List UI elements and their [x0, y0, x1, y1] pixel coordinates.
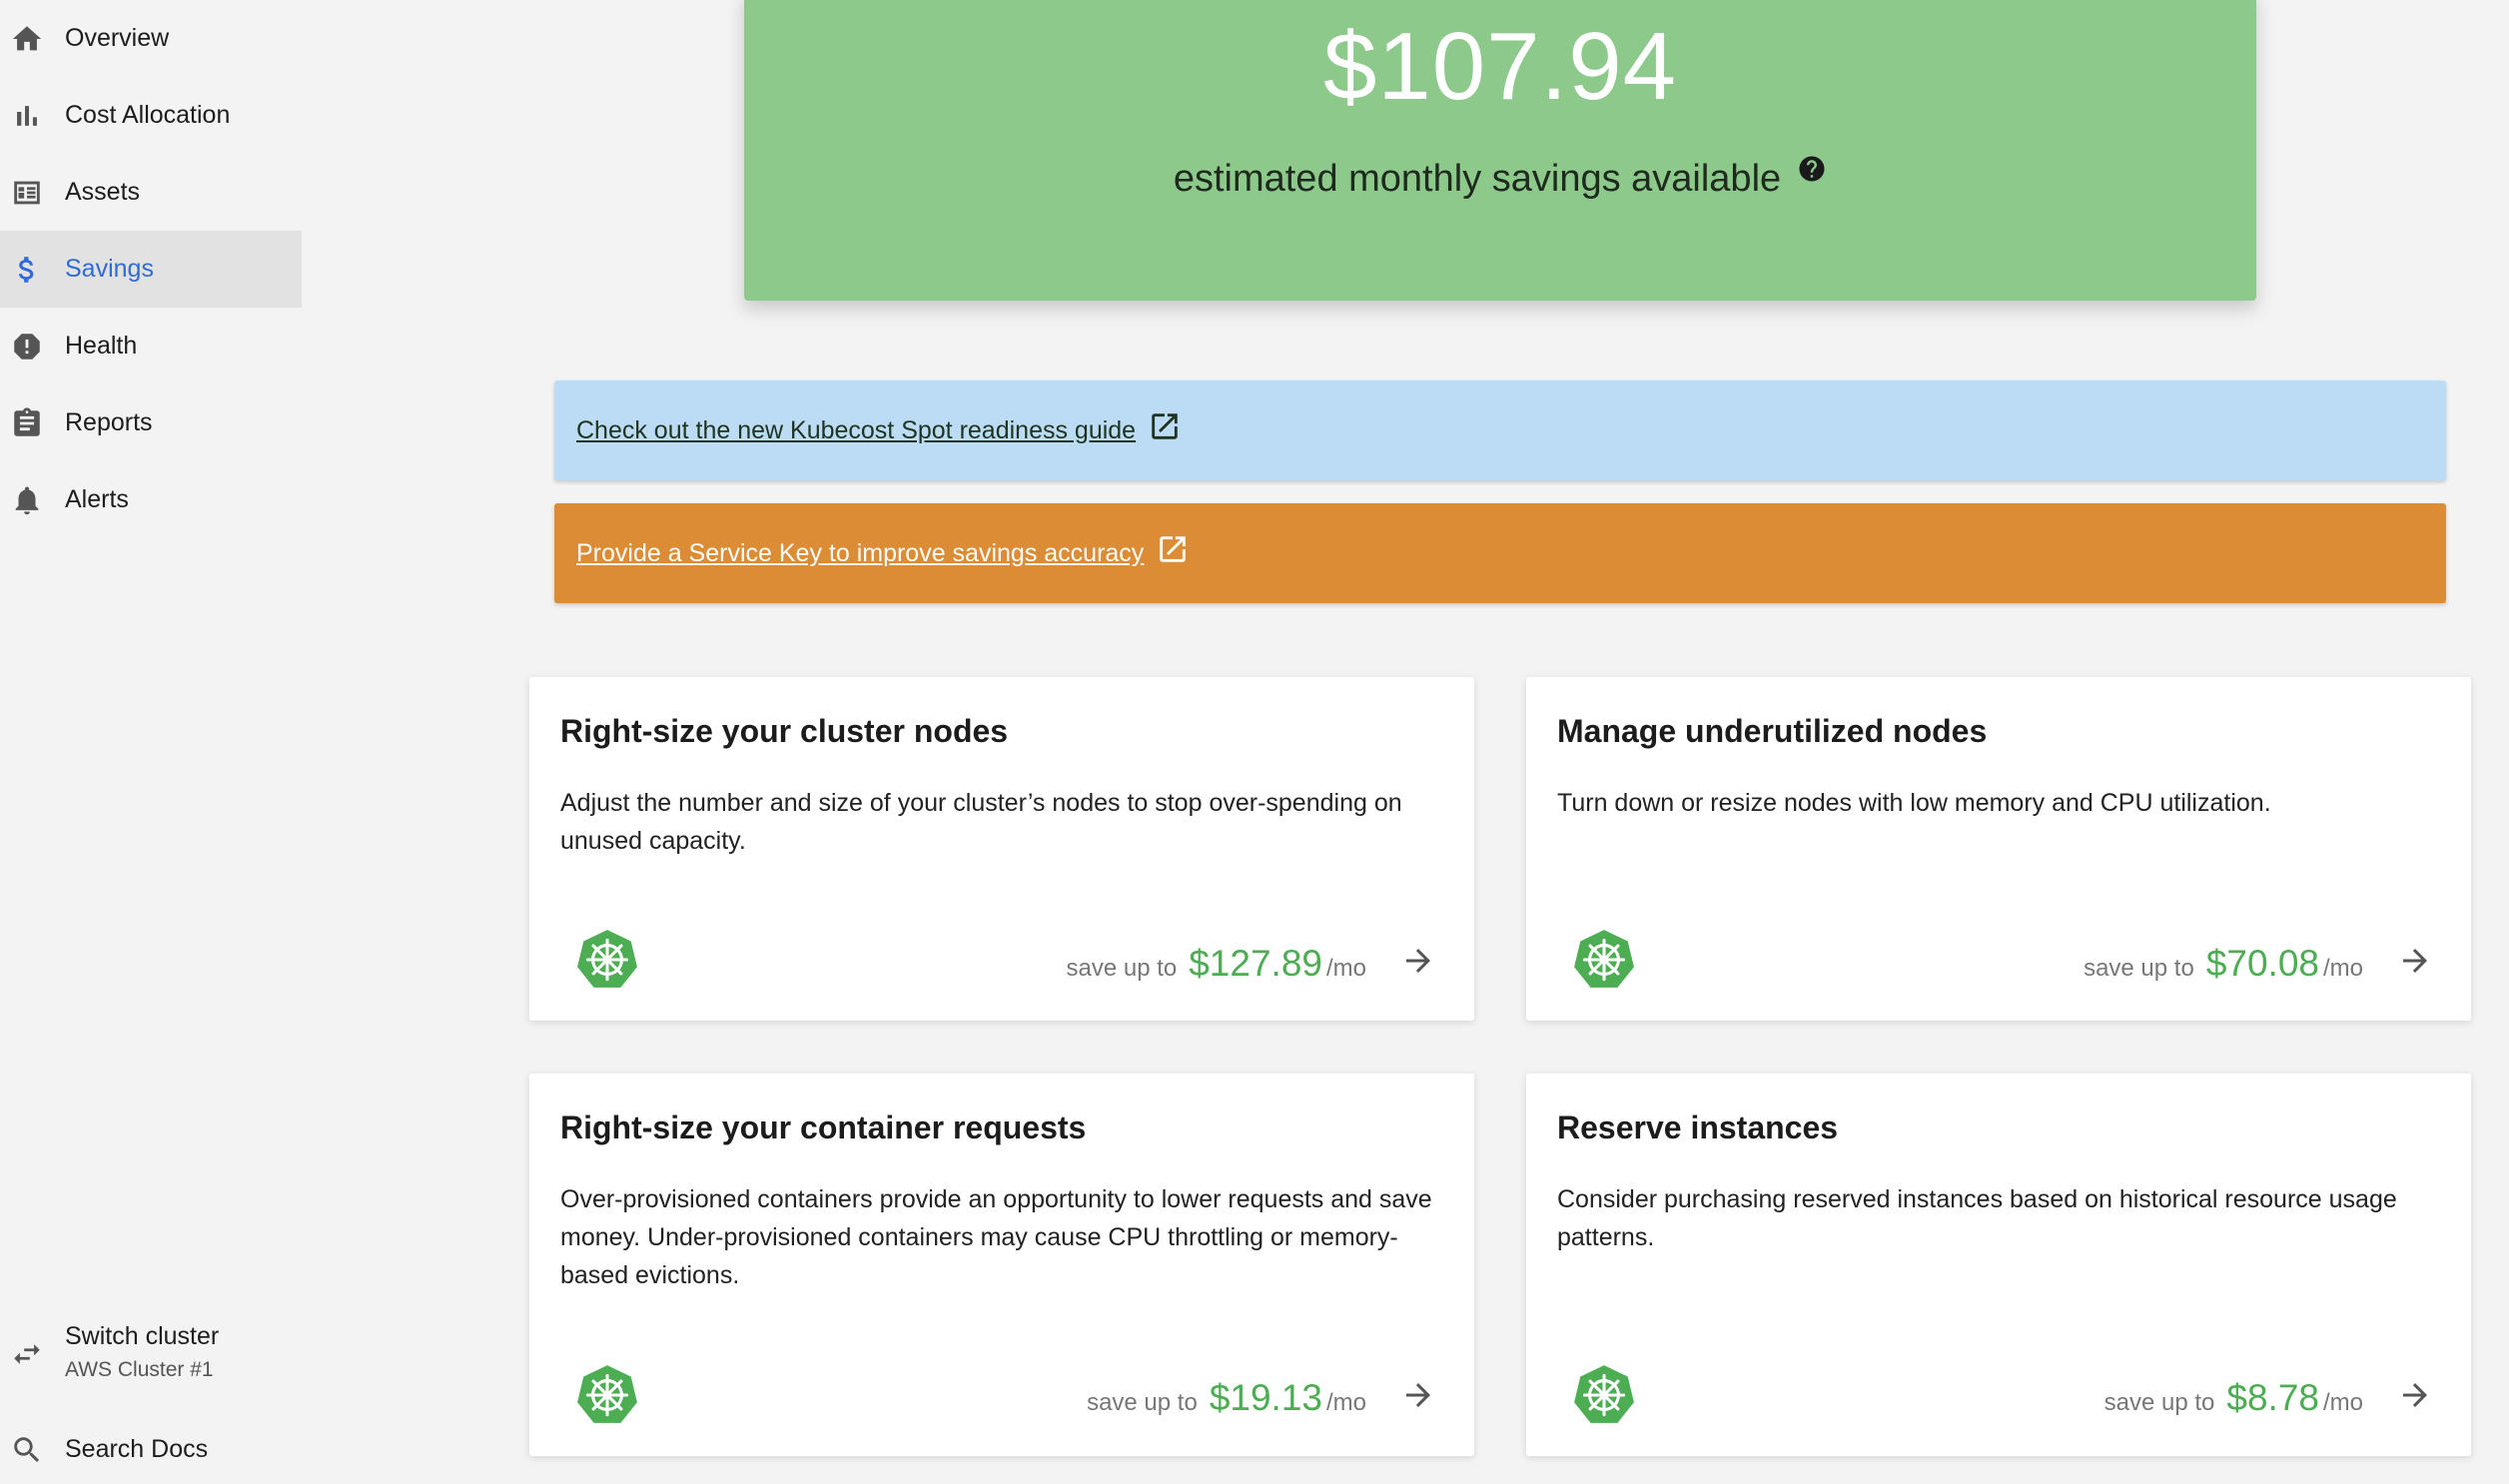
- card-title: Manage underutilized nodes: [1557, 713, 1988, 749]
- kubernetes-icon: [1574, 930, 1634, 988]
- sidebar-item-label: Health: [65, 332, 138, 360]
- sidebar-item-health[interactable]: Health: [0, 308, 302, 384]
- savings-card-reserve-instances[interactable]: Reserve instances Consider purchasing re…: [1526, 1074, 2471, 1456]
- savings-estimate: save up to $19.13 /mo: [1087, 1377, 1366, 1419]
- sidebar-item-label: Alerts: [65, 485, 129, 513]
- alert-octagon-icon: [10, 330, 44, 364]
- assets-icon: [10, 176, 44, 210]
- savings-amount: $127.89: [1189, 943, 1322, 984]
- card-description: Turn down or resize nodes with low memor…: [1557, 789, 2271, 817]
- swap-arrows-icon: [10, 1337, 44, 1371]
- total-savings-amount: $107.94: [1322, 13, 1677, 120]
- arrow-right-icon[interactable]: [2397, 1377, 2433, 1413]
- bar-chart-icon: [10, 99, 44, 133]
- save-label: save up to: [2084, 955, 2194, 982]
- sidebar-item-reports[interactable]: Reports: [0, 384, 302, 461]
- spot-guide-banner: Check out the new Kubecost Spot readines…: [554, 380, 2446, 480]
- arrow-right-icon[interactable]: [1400, 1377, 1436, 1413]
- card-description: Consider purchasing reserved instances b…: [1557, 1185, 2397, 1251]
- kubernetes-icon: [1574, 1365, 1634, 1423]
- sidebar-item-label: Savings: [65, 255, 154, 283]
- sidebar-item-label: Cost Allocation: [65, 101, 231, 129]
- savings-unit: /mo: [1325, 955, 1366, 982]
- switch-cluster-label: Switch cluster: [65, 1322, 220, 1350]
- savings-amount: $70.08: [2205, 943, 2319, 984]
- external-link-icon[interactable]: [1156, 532, 1190, 566]
- card-description: Adjust the number and size of your clust…: [560, 789, 1402, 855]
- sidebar-item-cost-allocation[interactable]: Cost Allocation: [0, 77, 302, 154]
- savings-summary-caption: estimated monthly savings available: [744, 156, 2256, 201]
- search-docs-label: Search Docs: [65, 1435, 209, 1463]
- help-icon[interactable]: [1797, 154, 1827, 184]
- savings-unit: /mo: [1325, 1389, 1366, 1416]
- sidebar-item-savings[interactable]: Savings: [0, 231, 302, 308]
- savings-summary-panel: $107.94 estimated monthly savings availa…: [744, 0, 2256, 301]
- search-icon: [10, 1433, 44, 1467]
- kubernetes-icon: [577, 1365, 637, 1423]
- home-icon: [10, 22, 44, 56]
- sidebar-item-assets[interactable]: Assets: [0, 154, 302, 231]
- savings-amount: $8.78: [2226, 1377, 2319, 1418]
- card-title: Right-size your cluster nodes: [560, 713, 1009, 749]
- sidebar-item-label: Overview: [65, 24, 170, 52]
- clipboard-icon: [10, 406, 44, 440]
- savings-estimate: save up to $70.08 /mo: [2084, 943, 2363, 985]
- dollar-icon: [10, 253, 44, 287]
- sidebar-item-overview[interactable]: Overview: [0, 0, 302, 77]
- save-label: save up to: [2103, 1389, 2215, 1416]
- spot-guide-link[interactable]: Check out the new Kubecost Spot readines…: [576, 416, 1136, 445]
- savings-amount: $19.13: [1209, 1377, 1322, 1418]
- savings-estimate: save up to $127.89 /mo: [1066, 943, 1366, 985]
- bell-icon: [10, 483, 44, 517]
- savings-card-right-size-containers[interactable]: Right-size your container requests Over-…: [529, 1074, 1474, 1456]
- card-title: Reserve instances: [1557, 1110, 1839, 1145]
- save-label: save up to: [1087, 1389, 1198, 1416]
- sidebar-item-label: Reports: [65, 408, 153, 436]
- sidebar: Overview Cost Allocation Assets Savings: [0, 0, 302, 1484]
- sidebar-item-alerts[interactable]: Alerts: [0, 461, 302, 538]
- savings-unit: /mo: [2322, 955, 2363, 982]
- savings-summary-text: estimated monthly savings available: [1173, 158, 1782, 200]
- savings-card-underutilized-nodes[interactable]: Manage underutilized nodes Turn down or …: [1526, 677, 2471, 1021]
- arrow-right-icon[interactable]: [2397, 943, 2433, 979]
- service-key-link[interactable]: Provide a Service Key to improve savings…: [576, 539, 1144, 568]
- sidebar-item-label: Assets: [65, 178, 141, 206]
- arrow-right-icon[interactable]: [1400, 943, 1436, 979]
- switch-cluster-button[interactable]: Switch cluster AWS Cluster #1: [0, 1314, 302, 1394]
- savings-estimate: save up to $8.78 /mo: [2104, 1377, 2363, 1419]
- card-description: Over-provisioned containers provide an o…: [560, 1185, 1432, 1289]
- search-docs-button[interactable]: Search Docs: [0, 1411, 302, 1484]
- savings-unit: /mo: [2322, 1389, 2363, 1416]
- service-key-banner: Provide a Service Key to improve savings…: [554, 503, 2446, 603]
- save-label: save up to: [1066, 955, 1178, 982]
- current-cluster-name: AWS Cluster #1: [65, 1358, 214, 1381]
- kubernetes-icon: [577, 930, 637, 988]
- card-title: Right-size your container requests: [560, 1110, 1087, 1145]
- external-link-icon[interactable]: [1148, 409, 1182, 443]
- kubecost-savings-page: Overview Cost Allocation Assets Savings: [0, 0, 2509, 1484]
- savings-card-right-size-nodes[interactable]: Right-size your cluster nodes Adjust the…: [529, 677, 1474, 1021]
